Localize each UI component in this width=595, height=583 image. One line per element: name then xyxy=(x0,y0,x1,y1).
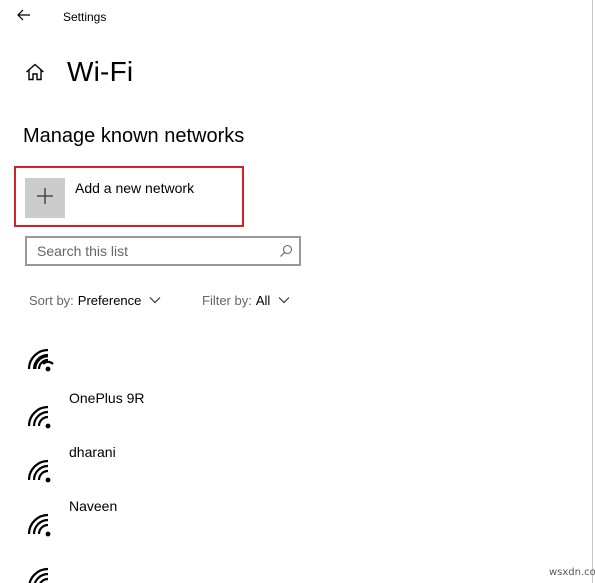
network-item[interactable] xyxy=(20,333,320,381)
wifi-icon xyxy=(28,564,58,583)
title-bar: Settings xyxy=(0,0,592,34)
add-network-button[interactable]: Add a new network xyxy=(25,178,225,218)
network-item[interactable]: OnePlus 9R xyxy=(20,390,320,438)
search-box xyxy=(25,236,301,266)
back-button[interactable] xyxy=(10,4,38,30)
section-title: Manage known networks xyxy=(23,125,245,147)
page-title: Wi-Fi xyxy=(67,56,134,87)
wifi-icon xyxy=(27,510,58,540)
sort-label: Sort by: xyxy=(29,292,74,308)
filter-dropdown[interactable]: Filter by: All xyxy=(202,290,290,310)
home-button[interactable] xyxy=(21,60,49,88)
search-icon[interactable] xyxy=(279,244,293,258)
window-title: Settings xyxy=(63,10,107,24)
chevron-down-icon xyxy=(149,296,161,304)
network-item[interactable] xyxy=(20,552,320,583)
window-border xyxy=(592,0,593,583)
add-network-tile xyxy=(25,178,65,218)
search-input[interactable] xyxy=(27,238,281,264)
plus-icon xyxy=(36,187,54,210)
network-name: Naveen xyxy=(69,498,118,514)
network-item[interactable]: dharani xyxy=(20,444,320,492)
sort-dropdown[interactable]: Sort by: Preference xyxy=(29,290,161,310)
add-network-label: Add a new network xyxy=(75,180,195,196)
chevron-down-icon xyxy=(278,296,290,304)
sort-value: Preference xyxy=(77,292,142,308)
wifi-icon xyxy=(27,456,58,486)
settings-window: Settings Wi-Fi Manage known networks Add… xyxy=(0,0,595,583)
home-icon xyxy=(25,63,45,86)
network-item[interactable]: Naveen xyxy=(20,498,320,546)
network-name: OnePlus 9R xyxy=(69,390,145,406)
filter-label: Filter by: xyxy=(202,292,252,308)
wifi-icon xyxy=(27,345,58,375)
watermark-text: wsxdn.com xyxy=(549,567,595,578)
wifi-icon xyxy=(27,402,58,432)
filter-value: All xyxy=(255,292,271,308)
back-arrow-icon xyxy=(17,8,31,26)
network-name: dharani xyxy=(69,444,116,460)
